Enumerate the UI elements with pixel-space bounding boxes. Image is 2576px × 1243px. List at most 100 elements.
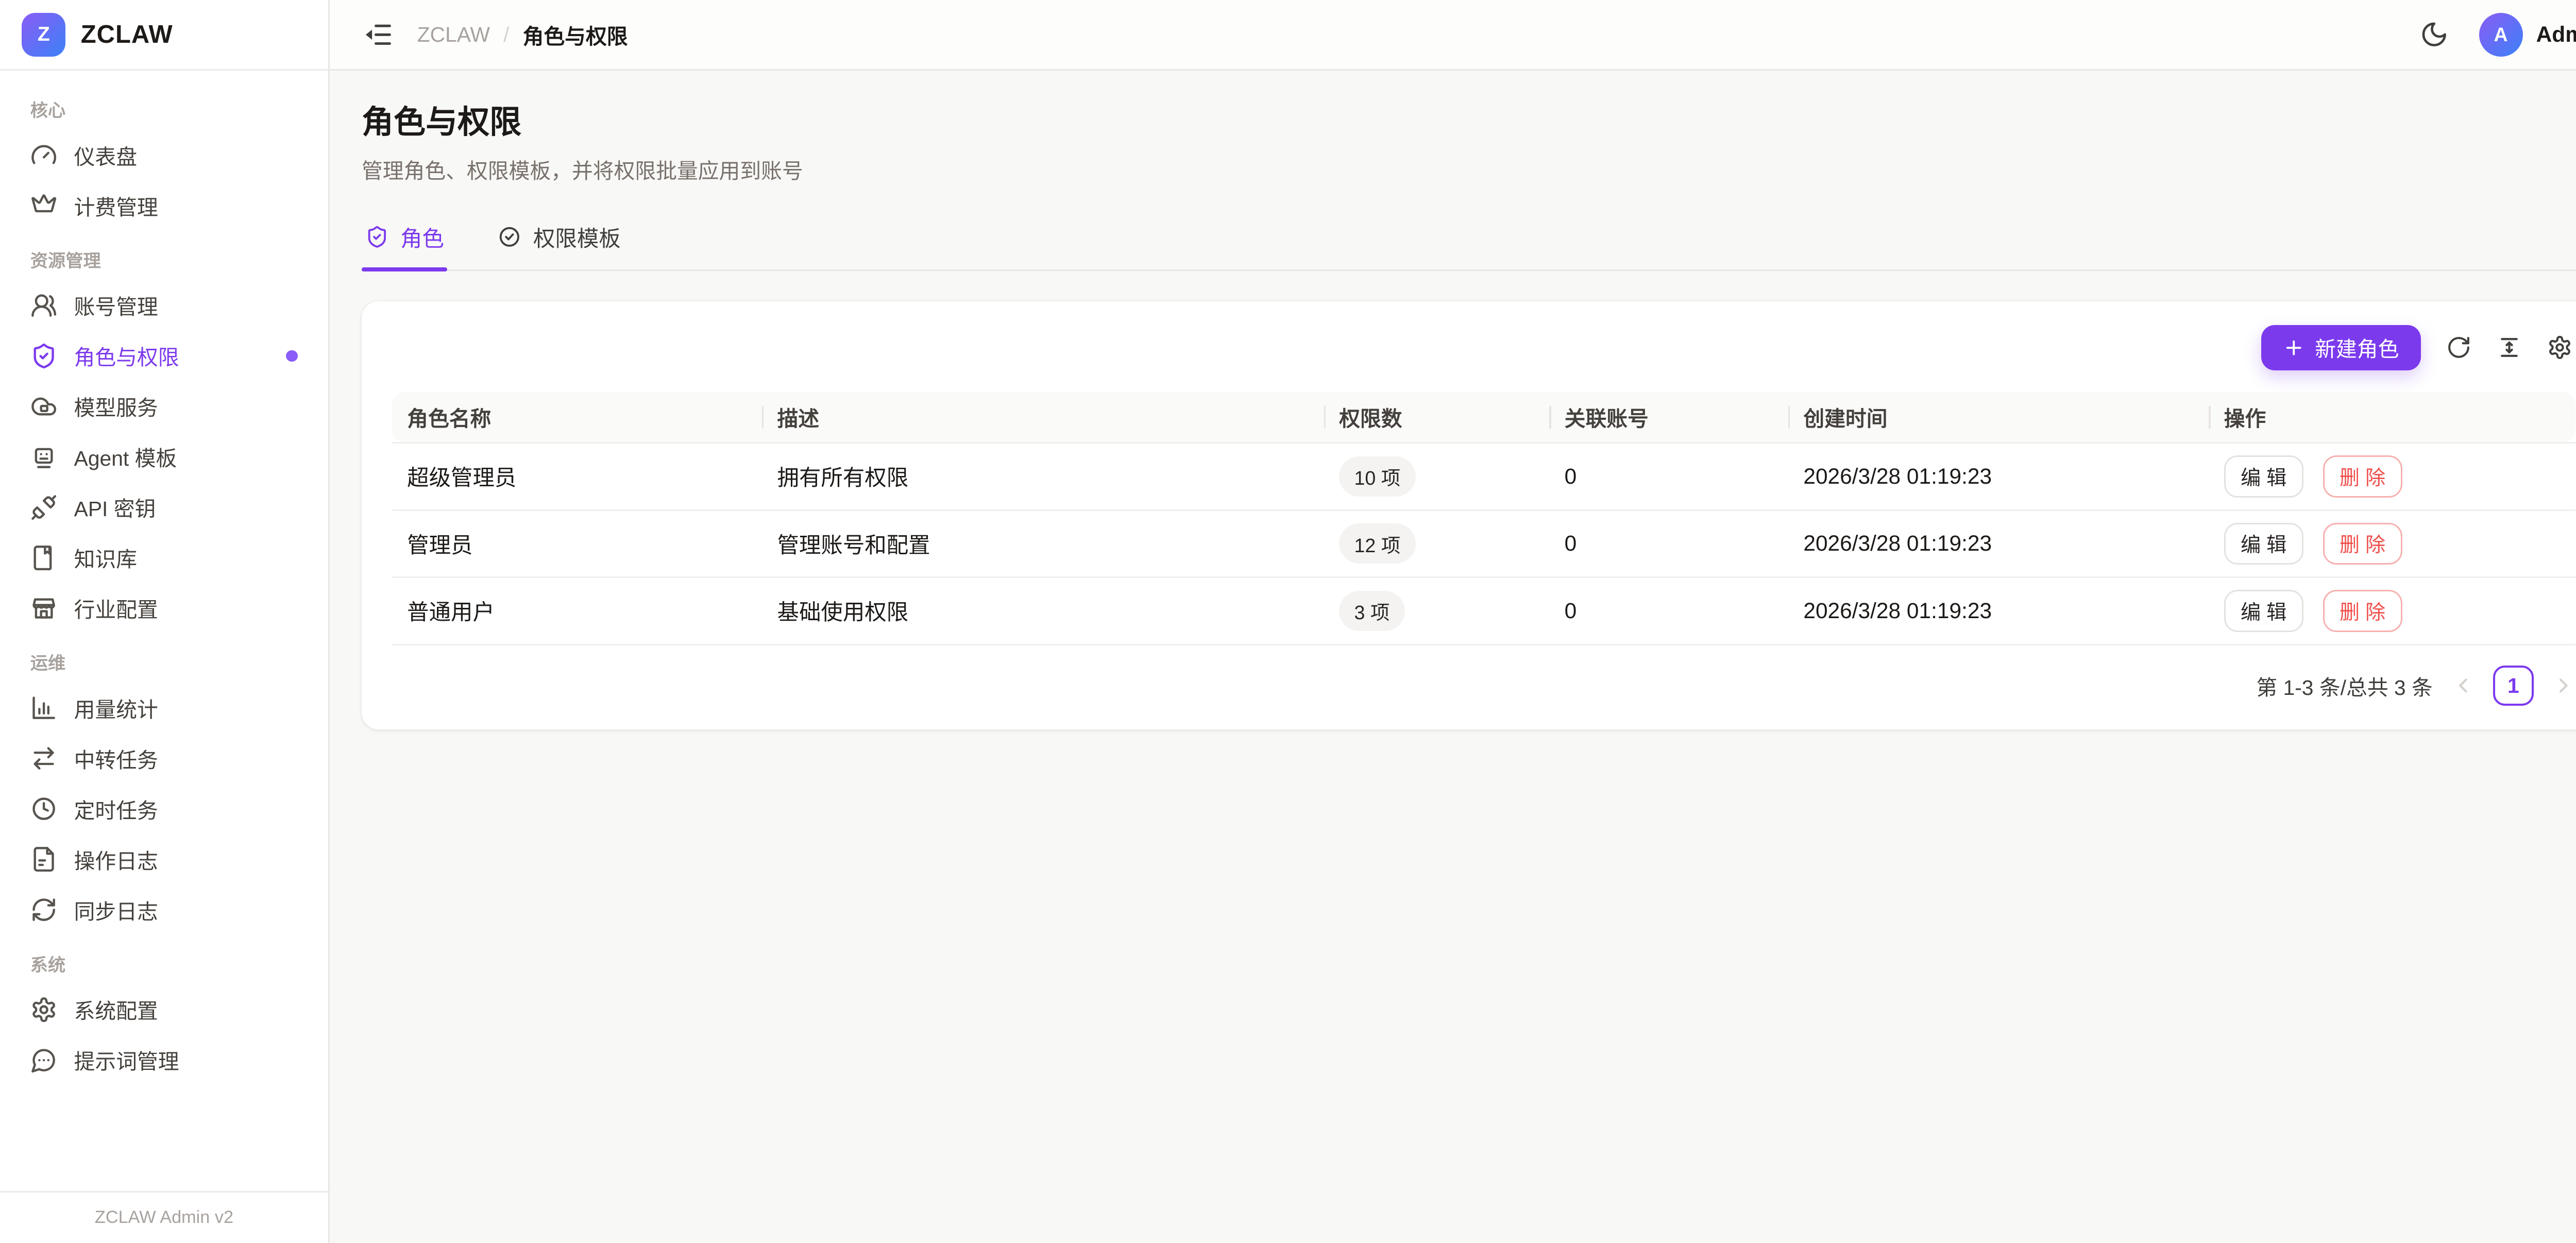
column-header-linked-accounts: 关联账号	[1549, 392, 1788, 442]
permission-count-badge: 10 项	[1339, 456, 1416, 497]
column-header-permission-count: 权限数	[1324, 392, 1550, 442]
nav-section: 核心 仪表盘 计费管理	[20, 81, 308, 231]
row-density-icon[interactable]	[2497, 335, 2522, 360]
sidebar-item-模型服务[interactable]: 模型服务	[20, 381, 308, 432]
nav-section-items: 系统配置 提示词管理	[20, 984, 308, 1085]
sidebar-item-label: 操作日志	[74, 844, 158, 875]
refresh-icon[interactable]	[2446, 335, 2471, 360]
cell-actions: 编 辑 删 除	[2209, 510, 2575, 577]
nav-section-label: 核心	[20, 81, 308, 130]
new-role-button-label: 新建角色	[2315, 332, 2399, 363]
sidebar-item-定时任务[interactable]: 定时任务	[20, 784, 308, 834]
sidebar-item-操作日志[interactable]: 操作日志	[20, 834, 308, 884]
sidebar-item-api-密钥[interactable]: API 密钥	[20, 482, 308, 533]
gear-icon	[30, 996, 57, 1023]
cell-actions: 编 辑 删 除	[2209, 442, 2575, 510]
logo-letter: Z	[38, 23, 50, 46]
sidebar-item-系统配置[interactable]: 系统配置	[20, 984, 308, 1035]
file-text-icon	[30, 846, 57, 873]
sidebar-item-角色与权限[interactable]: 角色与权限	[20, 331, 308, 381]
pagination: 第 1-3 条/总共 3 条 1	[392, 645, 2575, 706]
sidebar-item-账号管理[interactable]: 账号管理	[20, 280, 308, 331]
column-header-created-at: 创建时间	[1788, 392, 2209, 442]
sidebar-item-仪表盘[interactable]: 仪表盘	[20, 130, 308, 180]
cell-linked-accounts: 0	[1549, 510, 1788, 577]
chevron-left-icon[interactable]	[2451, 674, 2475, 697]
dark-mode-toggle-icon[interactable]	[2420, 20, 2449, 49]
sidebar-item-行业配置[interactable]: 行业配置	[20, 583, 308, 634]
delete-button[interactable]: 删 除	[2323, 590, 2402, 632]
tab-permission-templates[interactable]: 权限模板	[495, 211, 624, 269]
cell-permission-count: 12 项	[1324, 510, 1550, 577]
nav-section: 系统 系统配置 提示词管理	[20, 935, 308, 1085]
table-settings-gear-icon[interactable]	[2547, 335, 2572, 360]
chevron-right-icon[interactable]	[2552, 674, 2575, 697]
sidebar-item-label: 中转任务	[74, 743, 158, 774]
edit-button[interactable]: 编 辑	[2224, 590, 2303, 632]
nav-section-items: 用量统计 中转任务 定时任务 操作日志 同步日志	[20, 683, 308, 935]
cell-description: 基础使用权限	[762, 577, 1324, 645]
nav-section-label: 资源管理	[20, 231, 308, 280]
cell-linked-accounts: 0	[1549, 442, 1788, 510]
cell-linked-accounts: 0	[1549, 577, 1788, 645]
sync-icon	[30, 896, 57, 923]
breadcrumb-root-link[interactable]: ZCLAW	[417, 23, 490, 47]
nav-section-items: 仪表盘 计费管理	[20, 130, 308, 231]
sidebar-item-label: Agent 模板	[74, 441, 177, 472]
nav-section: 运维 用量统计 中转任务 定时任务 操作日志 同步日志	[20, 634, 308, 935]
cell-actions: 编 辑 删 除	[2209, 577, 2575, 645]
nav-section-items: 账号管理 角色与权限 模型服务 Agent 模板 API 密钥 知识库 行业配置	[20, 280, 308, 634]
message-dots-icon	[30, 1047, 57, 1074]
circle-check-icon	[498, 225, 521, 249]
sidebar-item-label: 提示词管理	[74, 1045, 179, 1075]
nav-section-label: 系统	[20, 935, 308, 984]
users-icon	[30, 292, 57, 319]
page-content: 角色与权限 管理角色、权限模板，并将权限批量应用到账号 角色 权限模板	[330, 71, 2576, 1243]
column-header-description: 描述	[762, 392, 1324, 442]
new-role-button[interactable]: 新建角色	[2261, 325, 2421, 370]
sidebar-item-agent-模板[interactable]: Agent 模板	[20, 432, 308, 482]
user-menu[interactable]: A Admin	[2479, 13, 2576, 57]
cell-permission-count: 10 项	[1324, 442, 1550, 510]
sidebar-item-label: 角色与权限	[74, 340, 179, 371]
cloud-server-icon	[30, 393, 57, 420]
bar-chart-icon	[30, 694, 57, 721]
sidebar-item-label: 计费管理	[74, 191, 158, 221]
cell-description: 管理账号和配置	[762, 510, 1324, 577]
logo-row: Z ZCLAW	[0, 0, 328, 71]
active-indicator-dot	[286, 350, 298, 362]
page-subtitle: 管理角色、权限模板，并将权限批量应用到账号	[362, 154, 2576, 184]
card-toolbar: 新建角色	[392, 321, 2575, 392]
sidebar-item-提示词管理[interactable]: 提示词管理	[20, 1035, 308, 1085]
permission-count-badge: 3 项	[1339, 591, 1405, 631]
sidebar-item-计费管理[interactable]: 计费管理	[20, 180, 308, 231]
avatar-initial: A	[2494, 24, 2508, 46]
page-title: 角色与权限	[362, 96, 2576, 142]
sidebar-item-同步日志[interactable]: 同步日志	[20, 884, 308, 935]
tab-roles-label: 角色	[400, 222, 444, 253]
pagination-page-1[interactable]: 1	[2493, 666, 2533, 706]
sidebar-item-用量统计[interactable]: 用量统计	[20, 683, 308, 733]
cell-created-at: 2026/3/28 01:19:23	[1788, 577, 2209, 645]
book-icon	[30, 544, 57, 571]
edit-button[interactable]: 编 辑	[2224, 455, 2303, 498]
delete-button[interactable]: 删 除	[2323, 455, 2402, 498]
sidebar-item-label: API 密钥	[74, 492, 156, 522]
user-name: Admin	[2536, 22, 2576, 47]
app-logo: Z	[22, 13, 65, 57]
sidebar-item-label: 系统配置	[74, 994, 158, 1025]
delete-button[interactable]: 删 除	[2323, 523, 2402, 565]
topbar-right: A Admin	[2420, 13, 2576, 57]
tab-roles[interactable]: 角色	[362, 211, 447, 269]
sidebar-item-label: 用量统计	[74, 693, 158, 723]
sidebar-item-知识库[interactable]: 知识库	[20, 533, 308, 583]
sidebar-item-中转任务[interactable]: 中转任务	[20, 733, 308, 784]
clock-icon	[30, 795, 57, 822]
gauge-icon	[30, 142, 57, 168]
cell-created-at: 2026/3/28 01:19:23	[1788, 442, 2209, 510]
edit-button[interactable]: 编 辑	[2224, 523, 2303, 565]
app-title: ZCLAW	[81, 20, 173, 49]
table-body: 超级管理员 拥有所有权限 10 项 0 2026/3/28 01:19:23 编…	[392, 442, 2575, 644]
sidebar-collapse-icon[interactable]	[363, 20, 394, 50]
cell-permission-count: 3 项	[1324, 577, 1550, 645]
